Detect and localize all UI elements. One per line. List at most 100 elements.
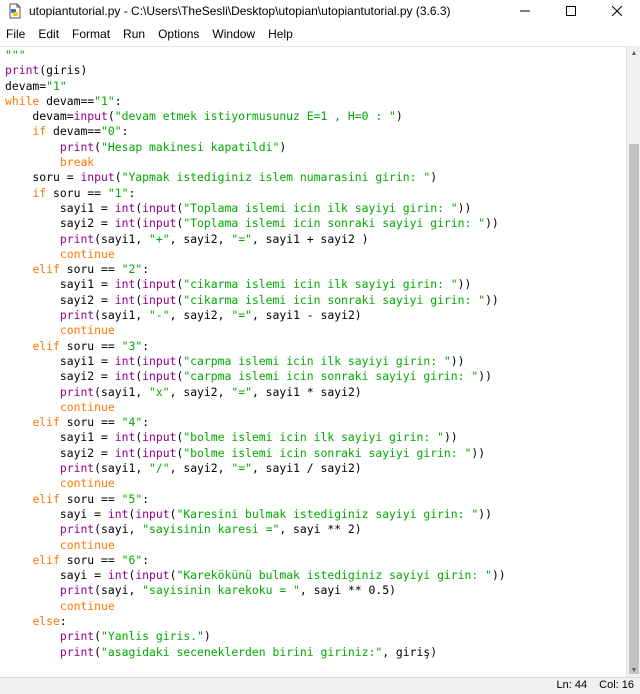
code-token: (: [94, 644, 102, 659]
code-line[interactable]: sayi2 = int(input("carpma islemi icin so…: [5, 369, 506, 384]
code-line[interactable]: soru = input("Yapmak istediginiz islem n…: [5, 170, 506, 185]
code-token: )): [485, 216, 499, 231]
code-line[interactable]: print(sayi1, "-", sayi2, "=", sayi1 - sa…: [5, 308, 506, 323]
code-line[interactable]: """: [5, 48, 506, 63]
menu-help[interactable]: Help: [262, 27, 300, 41]
string-token: "=": [231, 461, 252, 476]
keyword-token: continue: [59, 323, 115, 338]
code-line[interactable]: print(sayi1, "+", sayi2, "=", sayi1 + sa…: [5, 232, 506, 247]
menu-run[interactable]: Run: [117, 27, 152, 41]
code-token: soru ==: [59, 552, 122, 567]
code-line[interactable]: while devam=="1":: [5, 94, 506, 109]
close-button[interactable]: [594, 0, 640, 22]
menu-bar: File Edit Format Run Options Window Help: [0, 23, 640, 45]
code-line[interactable]: elif soru == "4":: [5, 415, 506, 430]
keyword-token: else: [32, 613, 60, 628]
code-token: , sayi2,: [169, 461, 232, 476]
string-token: "Karesini bulmak istediginiz sayiyi giri…: [176, 506, 479, 521]
code-line[interactable]: sayi2 = int(input("cikarma islemi icin s…: [5, 293, 506, 308]
code-line[interactable]: sayi = int(input("Karekökünü bulmak iste…: [5, 568, 506, 583]
builtin-token: print: [59, 644, 95, 659]
vertical-scrollbar[interactable]: ▲ ▼: [626, 46, 640, 677]
code-text[interactable]: """ print(giris) devam="1" while devam=="1"…: [5, 48, 506, 660]
code-line[interactable]: sayi1 = int(input("carpma islemi icin il…: [5, 354, 506, 369]
code-line[interactable]: sayi2 = int(input("Toplama islemi icin s…: [5, 216, 506, 231]
menu-options[interactable]: Options: [152, 27, 206, 41]
scroll-down-icon[interactable]: ▼: [627, 663, 640, 677]
code-editor[interactable]: """ print(giris) devam="1" while devam=="1"…: [0, 46, 626, 678]
code-line[interactable]: continue: [5, 323, 506, 338]
code-token: :: [128, 185, 136, 200]
code-line[interactable]: else:: [5, 614, 506, 629]
code-line[interactable]: sayi2 = int(input("bolme islemi icin son…: [5, 446, 506, 461]
string-token: "carpma islemi icin sonraki sayiyi girin…: [183, 369, 479, 384]
menu-window[interactable]: Window: [206, 27, 262, 41]
scroll-up-icon[interactable]: ▲: [627, 46, 640, 60]
string-token: "0": [101, 124, 122, 139]
code-line[interactable]: print("Hesap makinesi kapatildi"): [5, 140, 506, 155]
string-token: "-": [149, 308, 170, 323]
minimize-button[interactable]: [502, 0, 548, 22]
code-line[interactable]: elif soru == "6":: [5, 553, 506, 568]
code-line[interactable]: sayi1 = int(input("cikarma islemi icin i…: [5, 277, 506, 292]
string-token: "5": [121, 491, 143, 506]
code-line[interactable]: sayi = int(input("Karesini bulmak istedi…: [5, 507, 506, 522]
code-line[interactable]: elif soru == "2":: [5, 262, 506, 277]
builtin-token: input: [142, 445, 177, 460]
code-token: )): [450, 353, 465, 368]
keyword-token: continue: [59, 246, 115, 261]
code-line[interactable]: continue: [5, 538, 506, 553]
code-line[interactable]: print("asagidaki seceneklerden birini gi…: [5, 645, 506, 660]
builtin-token: input: [142, 277, 177, 292]
builtin-token: input: [135, 568, 170, 583]
code-line[interactable]: devam=input("devam etmek istiyormusunuz …: [5, 109, 506, 124]
keyword-token: while: [5, 93, 40, 108]
code-line[interactable]: if soru == "1":: [5, 186, 506, 201]
keyword-token: elif: [32, 338, 60, 353]
code-line[interactable]: sayi1 = int(input("Toplama islemi icin i…: [5, 201, 506, 216]
code-line[interactable]: sayi1 = int(input("bolme islemi icin ilk…: [5, 430, 506, 445]
code-token: (sayi1,: [94, 231, 150, 246]
code-token: sayi2 =: [5, 445, 115, 460]
code-token: )): [478, 369, 492, 384]
string-token: "bolme islemi icin ilk sayiyi girin: ": [183, 430, 444, 445]
code-line[interactable]: print(giris): [5, 63, 506, 78]
code-line[interactable]: print(sayi1, "x", sayi2, "=", sayi1 * sa…: [5, 385, 506, 400]
code-line[interactable]: devam="1": [5, 79, 506, 94]
code-line[interactable]: elif soru == "3":: [5, 339, 506, 354]
code-token: devam=: [5, 109, 74, 124]
scroll-thumb[interactable]: [629, 144, 639, 674]
code-line[interactable]: elif soru == "5":: [5, 492, 506, 507]
menu-format[interactable]: Format: [66, 27, 117, 41]
code-token: , sayi ** 0.5): [299, 583, 396, 598]
builtin-token: print: [59, 583, 95, 598]
menu-edit[interactable]: Edit: [32, 27, 66, 41]
code-line[interactable]: if devam=="0":: [5, 124, 506, 139]
code-line[interactable]: continue: [5, 247, 506, 262]
menu-file[interactable]: File: [0, 27, 32, 41]
code-line[interactable]: print(sayi, "sayisinin karesi =", sayi *…: [5, 522, 506, 537]
code-line[interactable]: continue: [5, 476, 506, 491]
code-token: devam=: [5, 78, 47, 93]
code-line[interactable]: print(sayi1, "/", sayi2, "=", sayi1 / sa…: [5, 461, 506, 476]
code-line[interactable]: continue: [5, 599, 506, 614]
builtin-token: print: [59, 384, 95, 399]
builtin-token: input: [142, 430, 177, 445]
code-line[interactable]: print("Yanlis giris."): [5, 629, 506, 644]
code-line[interactable]: print(sayi, "sayisinin karekoku = ", say…: [5, 583, 506, 598]
maximize-button[interactable]: [548, 0, 594, 22]
code-token: , sayi2,: [169, 384, 232, 399]
code-token: (giris): [39, 63, 88, 78]
code-line[interactable]: break: [5, 155, 506, 170]
code-line[interactable]: continue: [5, 400, 506, 415]
code-token: )): [478, 506, 492, 521]
code-token: :: [142, 338, 150, 353]
